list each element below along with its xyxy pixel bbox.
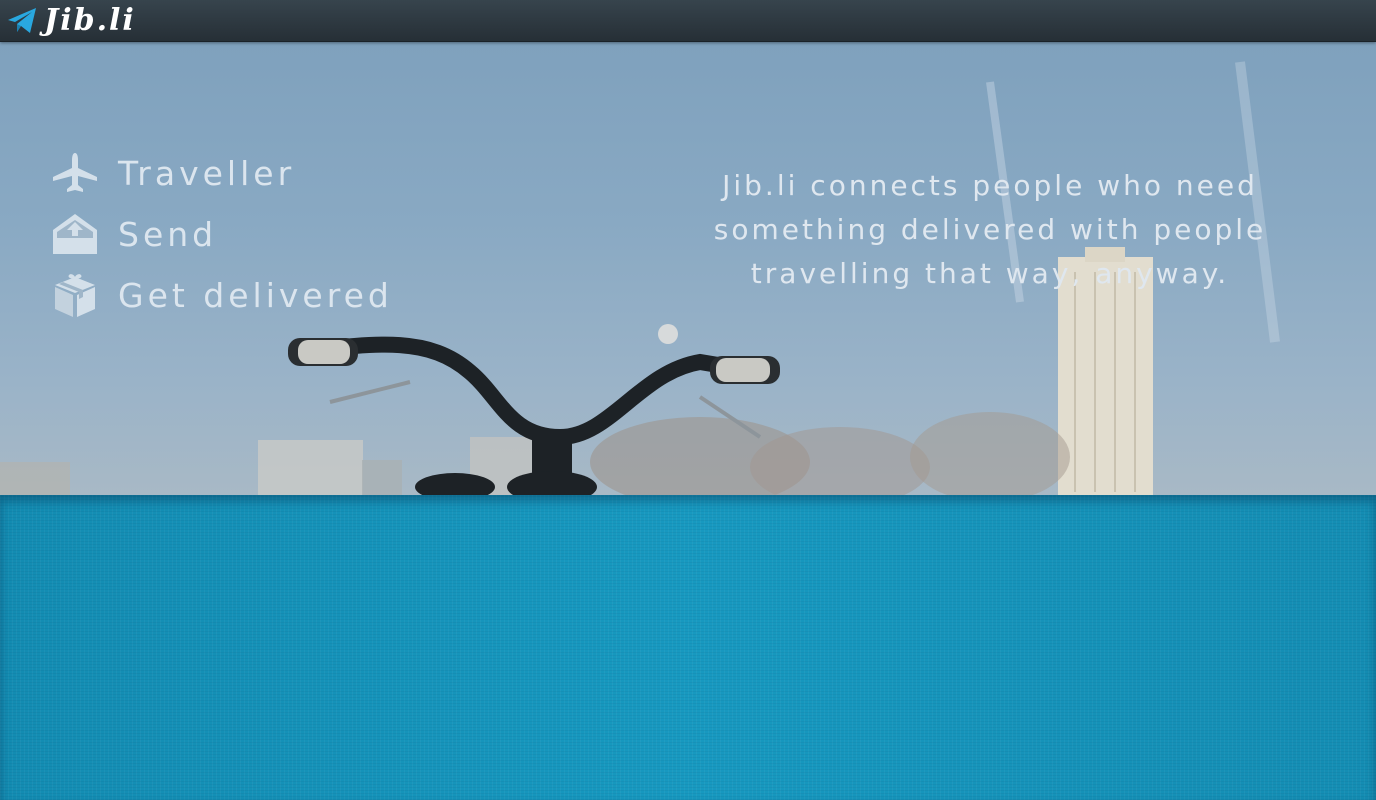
hero-tagline: Jib.li connects people who need somethin… xyxy=(713,169,1267,290)
nav-item-get-delivered[interactable]: Get delivered xyxy=(50,272,393,318)
logo-text: Jib.li xyxy=(44,3,136,38)
nav-label-send: Send xyxy=(118,214,218,254)
hero-banner: Traveller Send Get delivered Jib.li conn… xyxy=(0,42,1376,495)
top-bar: Jib.li xyxy=(0,0,1376,42)
nav-item-traveller[interactable]: Traveller xyxy=(50,150,393,196)
nav-label-traveller: Traveller xyxy=(118,153,296,193)
gift-box-icon xyxy=(50,272,100,318)
outbox-icon xyxy=(50,211,100,257)
paper-plane-icon xyxy=(8,8,36,33)
airplane-icon xyxy=(50,150,100,196)
nav-menu: Traveller Send Get delivered xyxy=(50,150,393,333)
nav-item-send[interactable]: Send xyxy=(50,211,393,257)
nav-label-get-delivered: Get delivered xyxy=(118,275,393,315)
logo[interactable]: Jib.li xyxy=(6,3,136,39)
content-area xyxy=(0,495,1376,800)
